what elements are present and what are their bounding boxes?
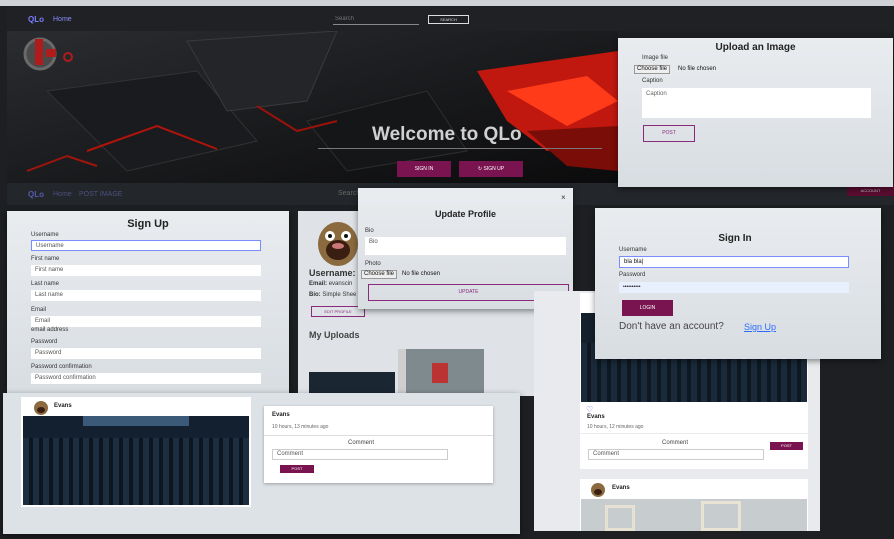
- username-field[interactable]: Username: [31, 240, 261, 251]
- post-time: 10 hours, 13 minutes ago: [272, 424, 329, 430]
- photo-no-file-text: No file chosen: [402, 271, 441, 277]
- feed-comment-box: Comment Comment POST: [580, 434, 808, 469]
- profile-username-label: Username:: [309, 268, 356, 278]
- username-label: Username: [31, 232, 59, 238]
- feed-post-button[interactable]: POST: [770, 442, 803, 450]
- password-label: Password: [31, 339, 58, 345]
- no-file-text: No file chosen: [678, 66, 717, 72]
- upload-title: Upload an Image: [715, 42, 796, 53]
- profile-email-value: evanscin: [328, 281, 353, 287]
- image-file-label: Image file: [642, 55, 669, 61]
- hero-signin-button[interactable]: SIGN IN: [397, 161, 451, 177]
- post-comment-title: Comment: [347, 440, 374, 446]
- password-confirm-field[interactable]: Password confirmation: [31, 373, 261, 384]
- signup-link[interactable]: Sign Up: [744, 322, 776, 332]
- post-divider: [264, 435, 493, 436]
- caption-label: Caption: [642, 78, 663, 84]
- bio-textarea[interactable]: Bio: [365, 237, 566, 255]
- signin-username-field[interactable]: bla bla|: [619, 256, 849, 268]
- photo-choose-file-button[interactable]: Choose file: [361, 270, 398, 279]
- password-field[interactable]: Password: [31, 348, 261, 359]
- no-account-text: Don't have an account?: [619, 321, 724, 332]
- feed-comment-title: Comment: [661, 440, 688, 446]
- email-field[interactable]: Email: [31, 316, 261, 327]
- lastname-field[interactable]: Last name: [31, 290, 261, 301]
- feed-image-2[interactable]: [581, 499, 807, 531]
- nav2-search[interactable]: Search: [338, 190, 360, 197]
- qlo-logo: [16, 35, 80, 78]
- feed-comment-input[interactable]: Comment: [588, 449, 764, 460]
- lastname-label: Last name: [31, 281, 60, 287]
- upload-thumbnail-2[interactable]: [398, 349, 484, 396]
- hero-banner: Welcome to QLo SIGN IN ↻ SIGN UP: [7, 31, 618, 183]
- feed-card-2: Evans: [580, 479, 808, 531]
- photo-label: Photo: [365, 261, 381, 267]
- browser-strip: [0, 0, 894, 6]
- heart-icon[interactable]: ♡: [586, 405, 593, 414]
- post-comment-input[interactable]: Comment: [272, 449, 448, 460]
- login-button[interactable]: LOGIN: [622, 300, 673, 316]
- upload-post-button[interactable]: POST: [643, 125, 695, 142]
- profile-email-label: Email:: [309, 281, 328, 287]
- signup-panel: Sign Up Username Username First name Fir…: [7, 211, 289, 396]
- email-help-text: email address: [31, 327, 69, 333]
- profile-bio-value: Simple Shee: [322, 292, 357, 298]
- post-comment-button[interactable]: POST: [280, 465, 314, 473]
- hero-divider: [318, 148, 602, 149]
- email-label: Email: [31, 307, 47, 313]
- feed-author-2: Evans: [612, 485, 630, 491]
- my-uploads-title: My Uploads: [309, 330, 360, 340]
- caption-textarea[interactable]: Caption: [642, 88, 871, 118]
- choose-file-button[interactable]: Choose file: [634, 65, 671, 74]
- nav-home-link[interactable]: Home: [53, 16, 72, 23]
- signin-username-label: Username: [619, 247, 647, 253]
- nav2-post-link[interactable]: POST IMAGE: [79, 191, 122, 198]
- profile-avatar: [318, 222, 358, 266]
- feed-avatar-2: [591, 483, 605, 497]
- search-input[interactable]: [333, 13, 419, 25]
- signin-title: Sign In: [718, 233, 752, 244]
- post-card: Evans: [21, 397, 251, 507]
- signin-password-label: Password: [619, 272, 646, 278]
- signin-password-field[interactable]: ••••••••••: [619, 282, 849, 293]
- feed-time: 10 hours, 12 minutes ago: [587, 424, 644, 430]
- search-button[interactable]: SEARCH: [428, 15, 469, 24]
- edit-profile-button[interactable]: EDIT PROFILE: [311, 306, 365, 317]
- nav2-brand[interactable]: QLo: [28, 190, 44, 199]
- signin-panel: Sign In Username bla bla| Password •••••…: [595, 208, 881, 359]
- hero-signup-label: SIGN UP: [483, 166, 505, 172]
- password-confirm-label: Password confirmation: [31, 364, 92, 370]
- close-icon[interactable]: ×: [561, 193, 566, 202]
- bio-label: Bio: [365, 228, 374, 234]
- post-image: [23, 416, 249, 505]
- post-author-avatar: [34, 401, 48, 415]
- upload-image-panel: Upload an Image Image file Choose file N…: [618, 38, 893, 187]
- hero-background-image: [7, 31, 618, 183]
- profile-bio-label: Bio:: [309, 292, 321, 298]
- nav2-home-link[interactable]: Home: [53, 191, 72, 198]
- post-side-author: Evans: [272, 412, 290, 418]
- post-side-panel: Evans 10 hours, 13 minutes ago Comment C…: [264, 406, 493, 483]
- post-detail-modal: Evans Evans 10 hours, 13 minutes ago Com…: [3, 393, 520, 534]
- post-author: Evans: [54, 403, 72, 409]
- signup-title: Sign Up: [127, 218, 169, 230]
- feed-author: Evans: [587, 414, 605, 420]
- hero-signup-button[interactable]: ↻ SIGN UP: [459, 161, 523, 177]
- hero-title: Welcome to QLo: [372, 124, 522, 145]
- firstname-label: First name: [31, 256, 60, 262]
- navbar-brand[interactable]: QLo: [28, 15, 44, 24]
- update-title: Update Profile: [434, 209, 496, 219]
- firstname-field[interactable]: First name: [31, 265, 261, 276]
